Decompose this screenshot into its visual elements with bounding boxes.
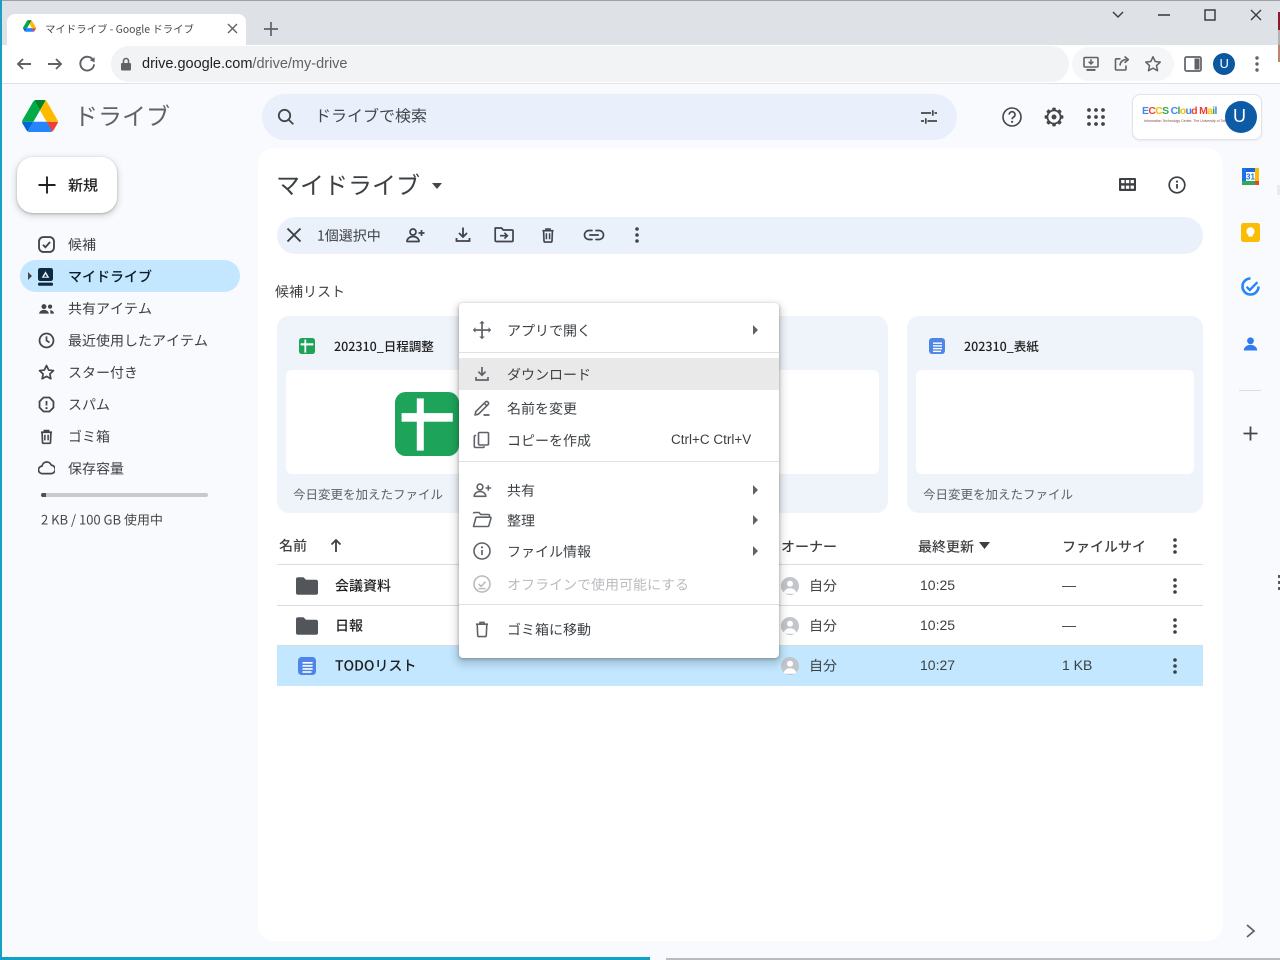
svg-text:31: 31: [1246, 172, 1255, 181]
